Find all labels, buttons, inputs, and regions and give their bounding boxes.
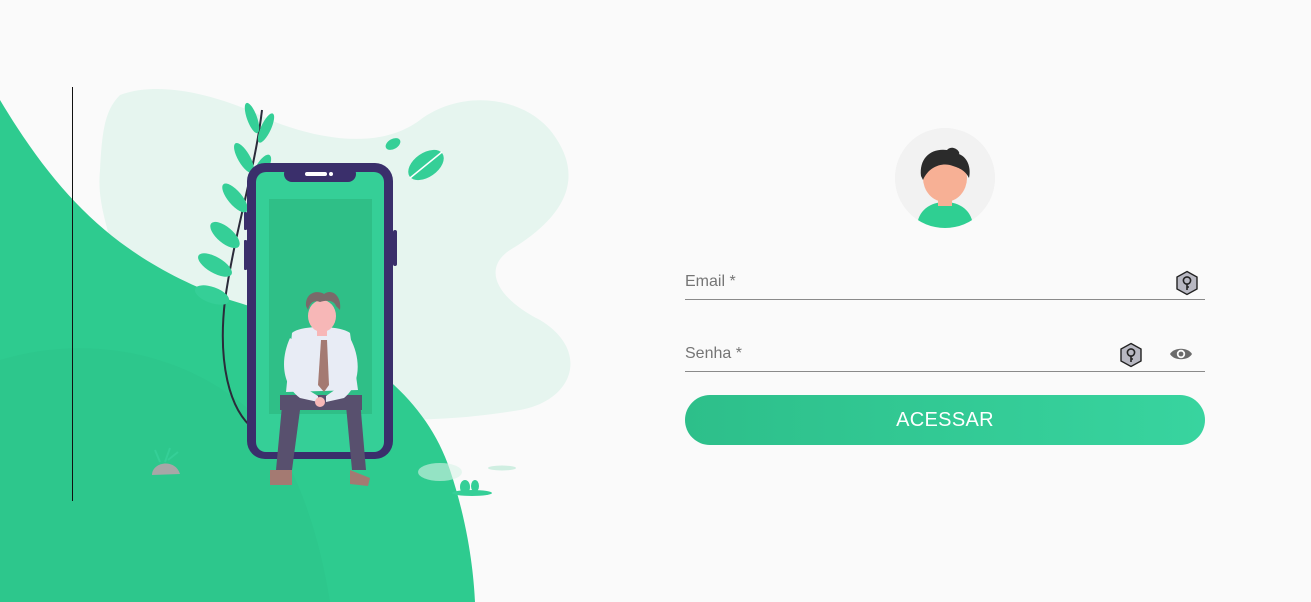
- email-field[interactable]: Email *: [685, 259, 1205, 300]
- hero-illustration: [0, 0, 640, 602]
- email-input[interactable]: [685, 259, 1105, 297]
- key-icon: [1174, 270, 1200, 296]
- key-icon: [1118, 342, 1144, 368]
- password-field[interactable]: Senha *: [685, 331, 1205, 372]
- login-page: Email * Senha * ACESSAR: [0, 0, 1311, 602]
- password-input[interactable]: [685, 331, 1105, 369]
- vertical-divider-line: [72, 87, 73, 501]
- eye-icon[interactable]: [1168, 344, 1194, 364]
- user-avatar-icon: [895, 128, 995, 228]
- submit-button[interactable]: ACESSAR: [685, 395, 1205, 445]
- small-plant: [452, 480, 492, 496]
